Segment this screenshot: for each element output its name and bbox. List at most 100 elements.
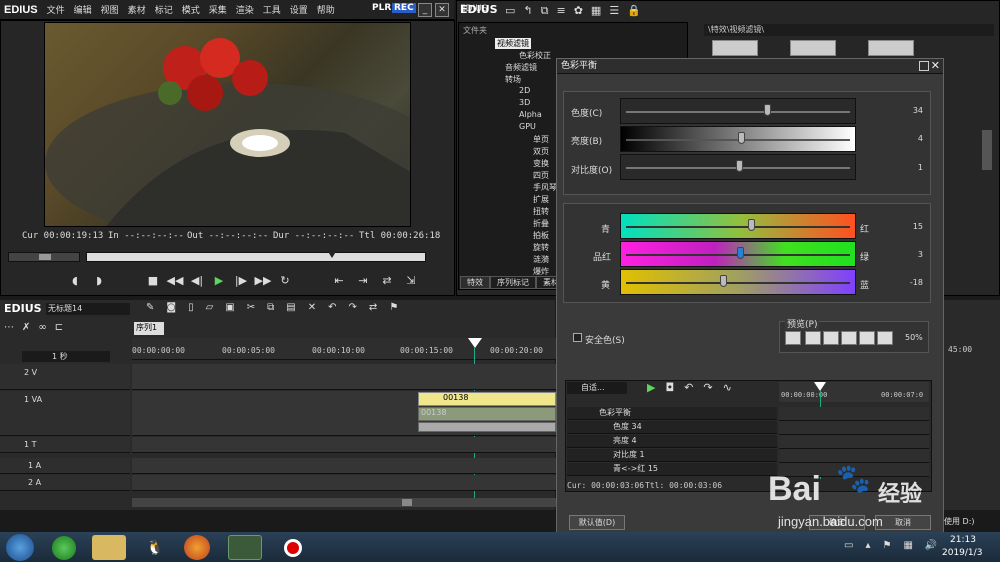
effect-thumb-1[interactable]	[712, 40, 758, 56]
rec-badge[interactable]: REC	[392, 3, 416, 13]
audio-clip-2[interactable]	[418, 422, 556, 432]
track-head-1a[interactable]: 1 A	[0, 458, 130, 474]
bin-scrollbar[interactable]	[982, 130, 992, 170]
brightness-thumb[interactable]	[738, 132, 745, 144]
preview-mode-5-button[interactable]	[859, 331, 875, 345]
kf-ruler[interactable]: 00:00:00:00 00:00:07:0	[779, 382, 929, 402]
tree-item-2[interactable]: 双页	[533, 146, 549, 157]
track-lane-2a[interactable]	[132, 475, 556, 491]
explorer-icon[interactable]	[92, 535, 126, 560]
effect-thumb-3[interactable]	[868, 40, 914, 56]
menu-view[interactable]: 视图	[101, 3, 119, 16]
app-360-icon[interactable]	[52, 536, 76, 560]
dialog-maximize-icon[interactable]	[919, 61, 929, 71]
menu-tools[interactable]: 工具	[263, 3, 281, 16]
tree-item-1[interactable]: 单页	[533, 134, 549, 145]
safe-color-checkbox[interactable]	[573, 333, 582, 342]
timeline-hscroll[interactable]	[132, 498, 556, 507]
brightness-value[interactable]: 4	[893, 134, 923, 143]
menu-capture[interactable]: 采集	[209, 3, 227, 16]
timeline-playhead-icon[interactable]	[468, 338, 482, 348]
insert-icon[interactable]: ⇤	[330, 272, 348, 288]
open-icon[interactable]: ▱	[206, 302, 214, 313]
track-lane-1a[interactable]	[132, 458, 556, 474]
fast-forward-icon[interactable]: ▶▶	[254, 272, 272, 288]
firefox-icon[interactable]	[184, 535, 210, 560]
tree-item-8[interactable]: 折叠	[533, 218, 549, 229]
track-head-1t[interactable]: 1 T	[0, 437, 130, 453]
list-icon[interactable]: ☰	[609, 4, 619, 18]
cyan-red-value[interactable]: 15	[893, 222, 923, 231]
menu-settings[interactable]: 设置	[290, 3, 308, 16]
yellow-blue-slider[interactable]	[620, 269, 856, 295]
menu-file[interactable]: 文件	[47, 3, 65, 16]
menu-edit[interactable]: 编辑	[74, 3, 92, 16]
view-icon[interactable]: ▦	[591, 4, 601, 18]
track-head-2v[interactable]: 2 V	[0, 364, 130, 390]
track-head-1va[interactable]: 1 VA	[0, 391, 130, 436]
preview-mode-4-button[interactable]	[841, 331, 857, 345]
palette-icon[interactable]: ✿	[574, 4, 583, 18]
default-button[interactable]: 默认值(D)	[569, 515, 625, 530]
folder-icon[interactable]: ▭	[505, 4, 515, 18]
audio-clip[interactable]: 00138	[418, 407, 556, 421]
tray-volume-icon[interactable]: 🔊	[925, 540, 937, 551]
step-forward-icon[interactable]: |▶	[232, 272, 250, 288]
tree-item-10[interactable]: 旋转	[533, 242, 549, 253]
contrast-value[interactable]: 1	[893, 163, 923, 172]
kf-graph-icon[interactable]: ∿	[723, 381, 732, 394]
chroma-slider[interactable]	[620, 98, 856, 124]
loop-icon[interactable]: ↻	[276, 272, 294, 288]
kf-row-4[interactable]: 青<->红 15	[567, 463, 777, 476]
delete-icon[interactable]: ✕	[308, 302, 316, 313]
playhead-marker-icon[interactable]	[327, 250, 337, 258]
effect-icon[interactable]: ✎	[146, 302, 154, 313]
effect-thumb-2[interactable]	[790, 40, 836, 56]
tray-network-icon[interactable]: ▦	[903, 540, 912, 551]
yellow-blue-thumb[interactable]	[720, 275, 727, 287]
camera-icon[interactable]: ◙	[166, 302, 176, 313]
preview-mode-1-button[interactable]	[785, 331, 801, 345]
kf-prev-icon[interactable]: ↶	[684, 381, 693, 394]
link-icon[interactable]: ∞	[38, 322, 46, 333]
menu-clip[interactable]: 素材	[128, 3, 146, 16]
kf-row-3[interactable]: 对比度 1	[567, 449, 777, 462]
kf-play-icon[interactable]: ▶	[647, 381, 655, 394]
tree-item-4[interactable]: 四页	[533, 170, 549, 181]
export-icon[interactable]: ⇲	[402, 272, 420, 288]
preview-mode-3-button[interactable]	[823, 331, 839, 345]
redo-icon[interactable]: ↷	[349, 302, 357, 313]
minimize-icon[interactable]: _	[418, 3, 432, 17]
kf-next-icon[interactable]: ↷	[703, 381, 712, 394]
cyan-red-slider[interactable]	[620, 213, 856, 239]
close-icon[interactable]: ✕	[435, 3, 449, 17]
tree-item-video-filter[interactable]: 视频滤镜	[495, 38, 531, 49]
kf-row-2[interactable]: 亮度 4	[567, 435, 777, 448]
edius-taskbar-icon[interactable]	[228, 535, 262, 560]
tree-item-5[interactable]: 手风琴	[533, 182, 557, 193]
up-icon[interactable]: ↰	[523, 4, 532, 18]
cancel-button[interactable]: 取消	[875, 515, 931, 530]
record-icon[interactable]	[276, 535, 310, 560]
ripple-icon[interactable]: ✗	[22, 322, 30, 333]
cyan-red-thumb[interactable]	[748, 219, 755, 231]
shuttle-slider[interactable]	[8, 252, 80, 262]
copy-icon[interactable]: ⧉	[541, 4, 549, 18]
kf-row-0[interactable]: 色彩平衡	[567, 407, 777, 420]
tray-expand-icon[interactable]: ▴	[865, 540, 870, 551]
group-icon[interactable]: ⊏	[55, 322, 63, 333]
tree-item-audio-filter[interactable]: 音频滤镜	[505, 62, 537, 73]
replace-icon[interactable]: ⇄	[378, 272, 396, 288]
align-icon[interactable]: ≡	[556, 4, 565, 18]
paste-icon[interactable]: ▤	[286, 302, 295, 313]
chroma-value[interactable]: 34	[893, 106, 923, 115]
plr-badge[interactable]: PLR	[372, 3, 391, 13]
menu-marker[interactable]: 标记	[155, 3, 173, 16]
tree-item-9[interactable]: 拍板	[533, 230, 549, 241]
kf-add-icon[interactable]: ◘	[665, 381, 674, 394]
magenta-green-value[interactable]: 3	[893, 250, 923, 259]
tree-item-transition[interactable]: 转场	[505, 74, 521, 85]
tree-item-alpha[interactable]: Alpha	[519, 110, 542, 119]
menu-help[interactable]: 帮助	[317, 3, 335, 16]
yellow-blue-value[interactable]: -18	[893, 278, 923, 287]
